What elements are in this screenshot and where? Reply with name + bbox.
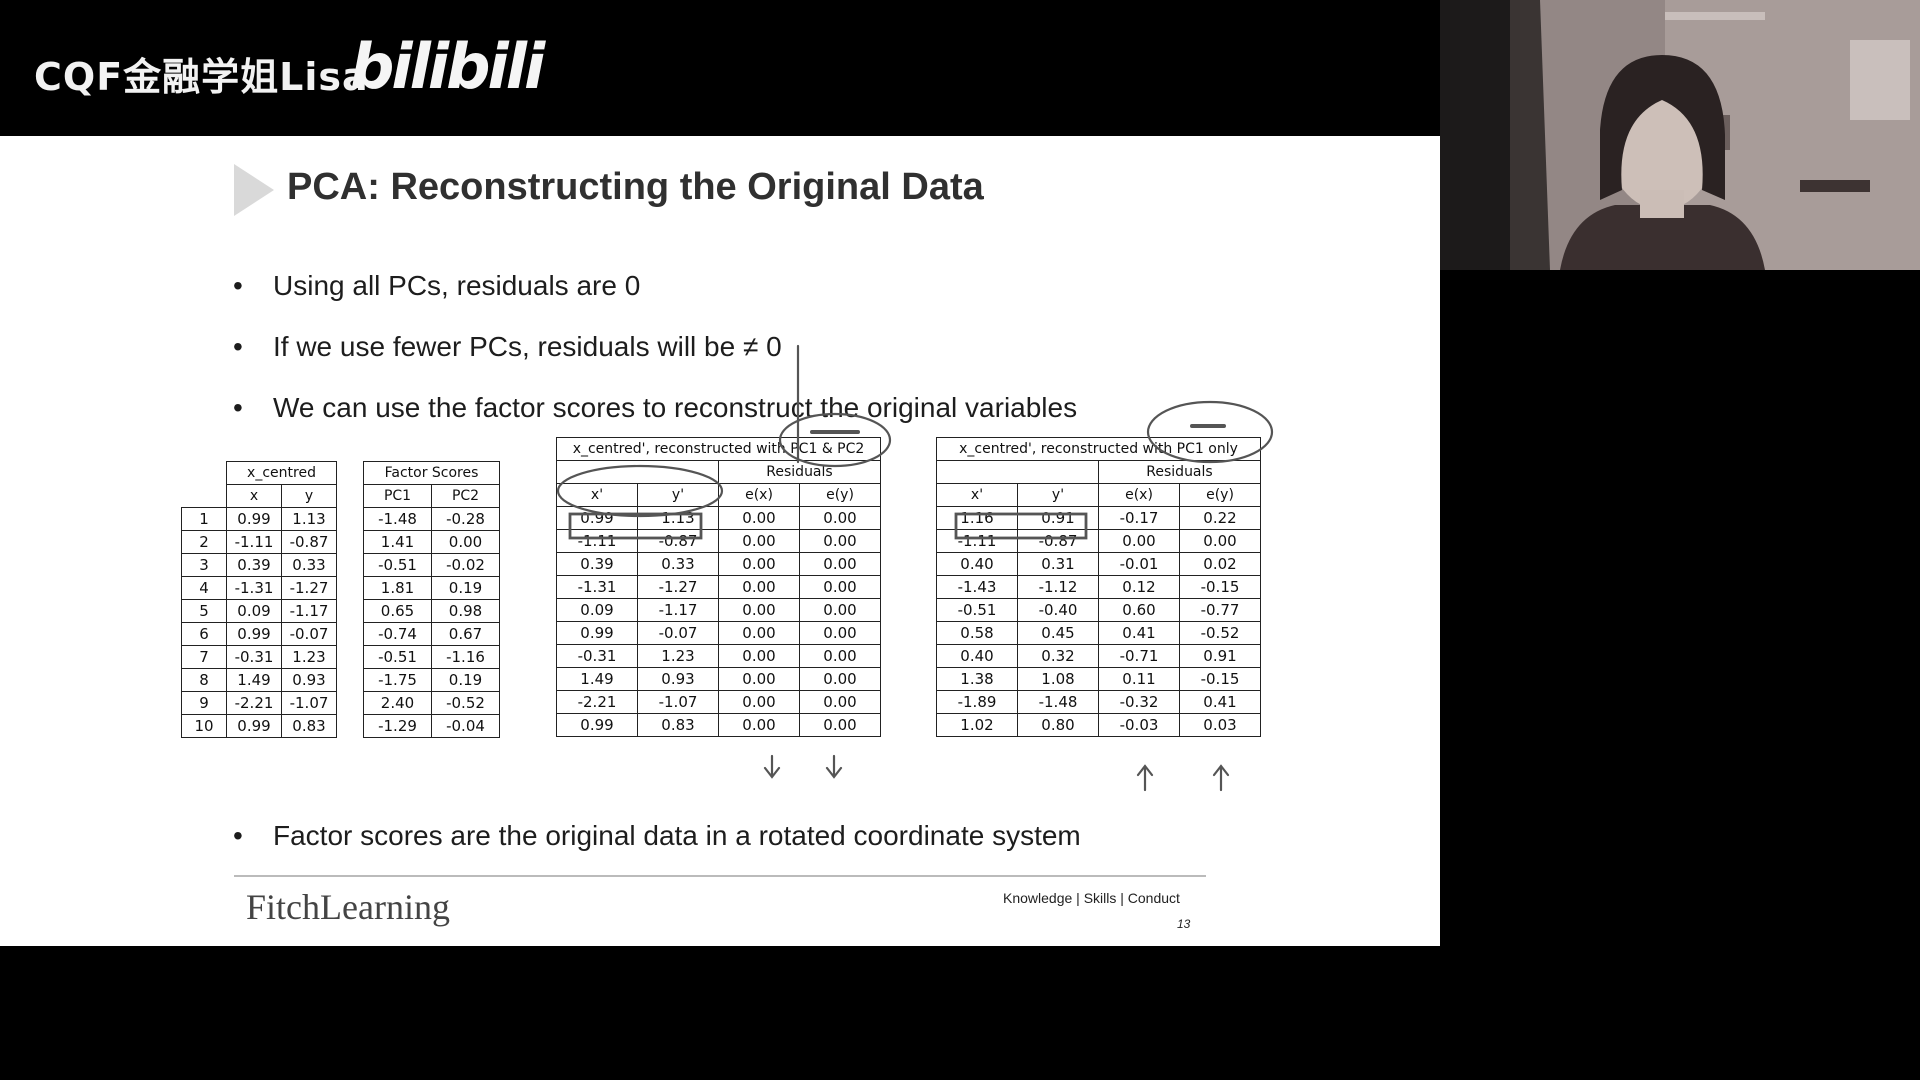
pen-annotations <box>556 344 1274 792</box>
bilibili-logo: bilibili <box>350 30 545 103</box>
ink-arrow-down <box>763 754 781 779</box>
ink-box <box>954 512 1088 540</box>
ink-arrow-up <box>1136 764 1154 792</box>
footer-tagline: Knowledge | Skills | Conduct <box>1003 890 1180 906</box>
presenter-video-image <box>1440 0 1920 270</box>
fitch-learning-logo: FitchLearning <box>246 887 450 927</box>
channel-name: CQF金融学姐Lisa <box>34 55 369 99</box>
footer-divider <box>234 875 1206 877</box>
ink-box <box>568 512 703 540</box>
ink-arrow-down <box>825 754 843 779</box>
ink-circle <box>778 412 892 468</box>
slide: PCA: Reconstructing the Original Data • U… <box>0 136 1440 946</box>
ink-arrow-up <box>1212 764 1230 792</box>
webcam-feed <box>1440 0 1920 270</box>
ink-circle <box>1146 400 1274 464</box>
page-number: 13 <box>1177 917 1191 931</box>
ink-circle <box>556 464 724 518</box>
